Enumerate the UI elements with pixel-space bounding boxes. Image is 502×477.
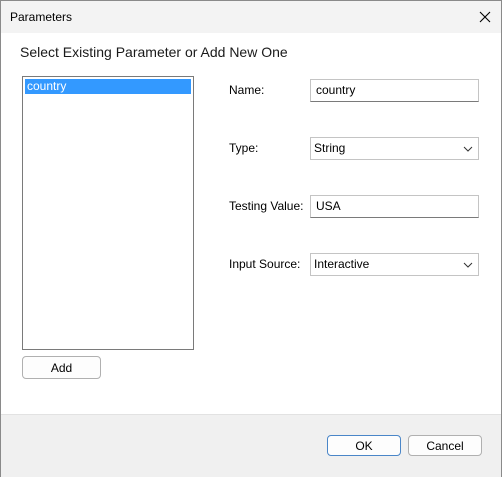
- cancel-button[interactable]: Cancel: [408, 435, 482, 456]
- type-label: Type:: [229, 141, 259, 155]
- close-button[interactable]: [469, 1, 501, 33]
- parameters-dialog: Parameters Select Existing Parameter or …: [0, 0, 502, 477]
- dialog-title: Parameters: [10, 10, 73, 24]
- chevron-down-icon: [463, 146, 473, 152]
- type-select[interactable]: String: [310, 137, 479, 160]
- parameter-list[interactable]: country: [22, 76, 194, 350]
- type-select-value: String: [314, 141, 346, 155]
- add-button[interactable]: Add: [22, 356, 101, 379]
- close-icon: [479, 11, 491, 23]
- input-source-select-value: Interactive: [314, 257, 370, 271]
- input-source-select[interactable]: Interactive: [310, 253, 479, 276]
- dialog-heading: Select Existing Parameter or Add New One: [20, 44, 288, 60]
- input-source-label: Input Source:: [229, 257, 301, 271]
- chevron-down-icon: [463, 262, 473, 268]
- name-input[interactable]: country: [310, 79, 479, 102]
- testing-value-label: Testing Value:: [229, 199, 304, 213]
- list-item-country[interactable]: country: [25, 79, 191, 94]
- title-bar: Parameters: [1, 1, 501, 33]
- ok-button[interactable]: OK: [327, 435, 401, 456]
- name-label: Name:: [229, 83, 265, 97]
- testing-value-input[interactable]: USA: [310, 195, 479, 218]
